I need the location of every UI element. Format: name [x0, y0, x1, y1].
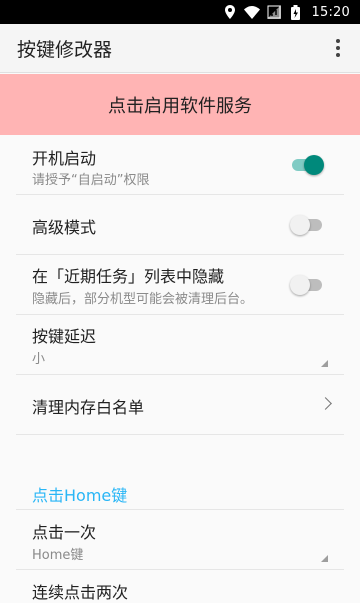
- signal-icon: [266, 4, 282, 20]
- setting-title: 在「近期任务」列表中隐藏: [32, 267, 225, 286]
- setting-single-click[interactable]: 点击一次 Home键: [16, 510, 344, 570]
- setting-key-delay[interactable]: 按键延迟 小: [16, 315, 344, 375]
- more-vert-icon[interactable]: [326, 36, 350, 60]
- app-bar: 按键修改器: [0, 24, 360, 73]
- setting-hide-recents[interactable]: 在「近期任务」列表中隐藏 隐藏后，部分机型可能会被清理后台。: [16, 255, 344, 315]
- setting-double-click[interactable]: 连续点击两次: [16, 570, 344, 602]
- enable-service-button[interactable]: 点击启用软件服务: [0, 74, 360, 135]
- dropdown-arrow-icon: [321, 360, 328, 367]
- setting-title: 清理内存白名单: [32, 398, 145, 417]
- setting-title: 连续点击两次: [32, 583, 129, 602]
- setting-title: 按键延迟: [32, 327, 97, 346]
- setting-title: 点击一次: [32, 523, 97, 542]
- app-title: 按键修改器: [17, 38, 113, 61]
- setting-value: Home键: [32, 548, 84, 563]
- settings-list: 开机启动 请授予“自启动”权限 高级模式 在「近期任务」列表中隐藏 隐藏后，部分…: [16, 136, 344, 602]
- setting-subtitle: 隐藏后，部分机型可能会被清理后台。: [32, 292, 254, 307]
- status-bar: 15:20: [0, 0, 360, 24]
- setting-boot-start[interactable]: 开机启动 请授予“自启动”权限: [16, 136, 344, 195]
- dropdown-arrow-icon: [321, 555, 328, 562]
- setting-subtitle: 请授予“自启动”权限: [32, 173, 150, 188]
- chevron-right-icon: [319, 397, 332, 410]
- battery-icon: [288, 4, 304, 20]
- setting-title: 高级模式: [32, 218, 97, 237]
- location-icon: [222, 4, 238, 20]
- advanced-mode-toggle[interactable]: [290, 213, 324, 237]
- setting-title: 开机启动: [32, 149, 97, 168]
- setting-value: 小: [32, 352, 46, 367]
- section-header: 点击Home键: [32, 486, 128, 505]
- boot-start-toggle[interactable]: [290, 153, 324, 177]
- setting-whitelist[interactable]: 清理内存白名单: [16, 375, 344, 435]
- hide-recents-toggle[interactable]: [290, 273, 324, 297]
- setting-advanced-mode[interactable]: 高级模式: [16, 195, 344, 255]
- status-time: 15:20: [311, 4, 350, 20]
- section-home: 点击Home键: [16, 435, 344, 510]
- wifi-icon: [243, 4, 260, 20]
